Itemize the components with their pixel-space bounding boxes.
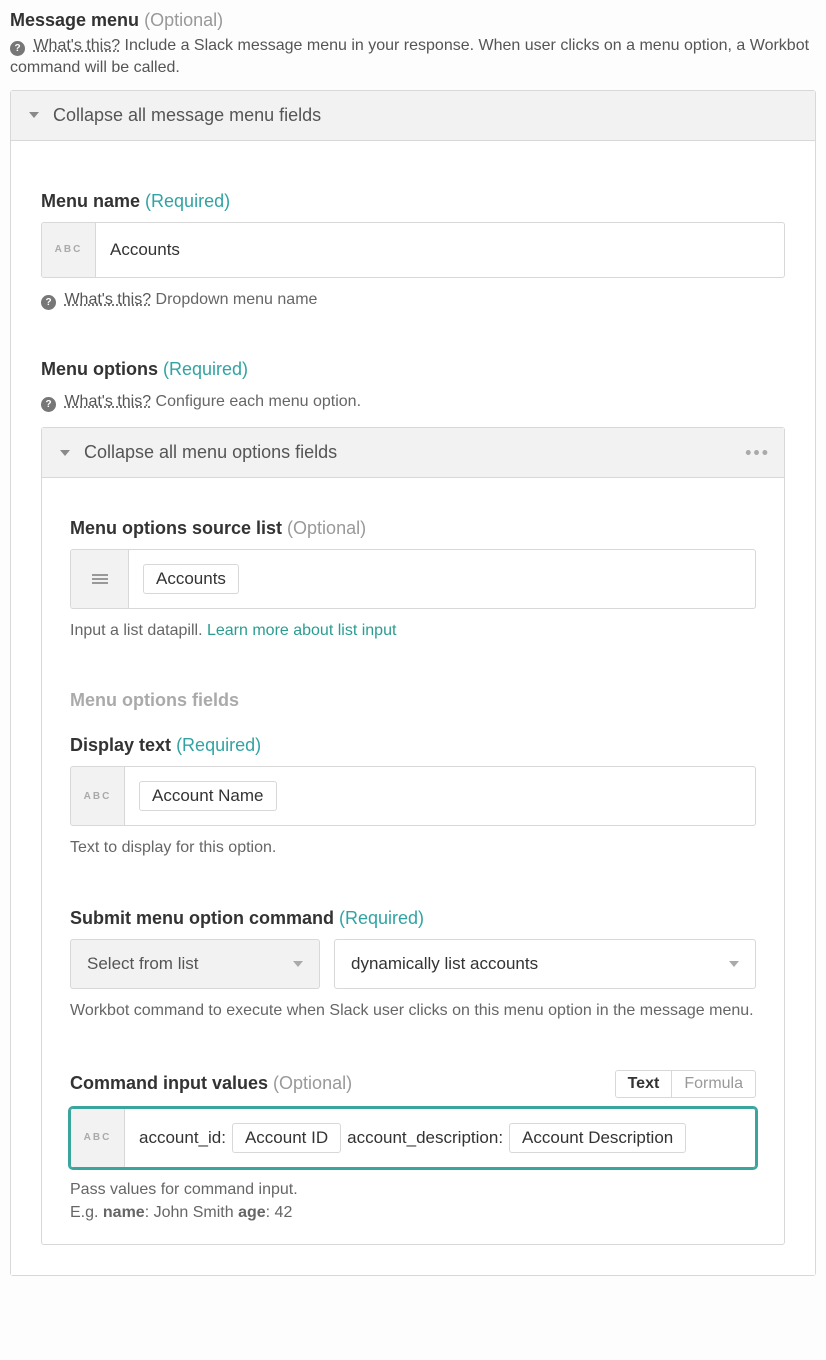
help-icon: ? (41, 295, 56, 310)
menu-name-value[interactable]: Accounts (96, 223, 784, 277)
chevron-down-icon (293, 961, 303, 967)
menu-options-hint: ? What's this? Configure each menu optio… (41, 390, 785, 413)
command-input-optional-tag: (Optional) (273, 1073, 352, 1093)
menu-name-input[interactable]: ABC Accounts (41, 222, 785, 278)
chevron-down-icon (60, 450, 70, 456)
submit-command-field: Submit menu option command (Required) Se… (70, 908, 756, 1022)
menu-options-fields-heading: Menu options fields (70, 690, 756, 711)
section-title: Message menu (Optional) (10, 10, 816, 31)
submit-command-label-text: Submit menu option command (70, 908, 334, 928)
account-name-pill[interactable]: Account Name (139, 781, 277, 811)
command-input-input[interactable]: ABC account_id: Account ID account_descr… (70, 1108, 756, 1168)
whats-this-link[interactable]: What's this? (64, 393, 151, 410)
chevron-down-icon (729, 961, 739, 967)
command-input-label-text: Command input values (70, 1073, 268, 1093)
submit-command-required-tag: (Required) (339, 908, 424, 928)
select-from-list-dropdown[interactable]: Select from list (70, 939, 320, 989)
abc-icon: ABC (71, 1109, 125, 1167)
source-list-hint-pre: Input a list datapill. (70, 622, 207, 639)
more-icon[interactable]: ••• (745, 442, 770, 463)
key-account-description: account_description: (347, 1128, 503, 1148)
source-list-label: Menu options source list (Optional) (70, 518, 756, 539)
whats-this-link[interactable]: What's this? (33, 37, 120, 54)
display-text-field: Display text (Required) ABC Account Name… (70, 735, 756, 859)
menu-name-hint: ? What's this? Dropdown menu name (41, 288, 785, 311)
list-icon (71, 550, 129, 608)
menu-options-label: Menu options (Required) (41, 359, 785, 380)
section-description: Include a Slack message menu in your res… (10, 37, 809, 76)
collapse-options-label: Collapse all menu options fields (84, 442, 337, 463)
command-value-label: dynamically list accounts (351, 954, 538, 974)
display-text-label-text: Display text (70, 735, 171, 755)
menu-options-label-text: Menu options (41, 359, 158, 379)
command-input-label: Command input values (Optional) (70, 1073, 352, 1094)
menu-name-label: Menu name (Required) (41, 191, 785, 212)
display-text-hint: Text to display for this option. (70, 836, 756, 859)
display-text-input[interactable]: ABC Account Name (70, 766, 756, 826)
source-list-optional-tag: (Optional) (287, 518, 366, 538)
section-tag-optional: (Optional) (144, 10, 223, 30)
account-description-pill[interactable]: Account Description (509, 1123, 686, 1153)
text-formula-toggle[interactable]: Text Formula (615, 1070, 756, 1098)
display-text-value[interactable]: Account Name (125, 767, 755, 825)
source-list-hint: Input a list datapill. Learn more about … (70, 619, 756, 642)
help-icon: ? (10, 41, 25, 56)
abc-icon: ABC (71, 767, 125, 825)
source-list-label-text: Menu options source list (70, 518, 282, 538)
command-input-hint2: E.g. name: John Smith age: 42 (70, 1201, 756, 1224)
display-text-label: Display text (Required) (70, 735, 756, 756)
abc-icon: ABC (42, 223, 96, 277)
toggle-formula[interactable]: Formula (672, 1071, 755, 1097)
message-menu-panel: Collapse all message menu fields Menu na… (10, 90, 816, 1276)
collapse-all-header[interactable]: Collapse all message menu fields (11, 91, 815, 141)
source-list-field: Menu options source list (Optional) Acco… (70, 518, 756, 642)
menu-name-label-text: Menu name (41, 191, 140, 211)
select-from-list-label: Select from list (87, 954, 198, 974)
source-list-value[interactable]: Accounts (129, 550, 755, 608)
command-input-field: Command input values (Optional) Text For… (70, 1070, 756, 1224)
source-list-input[interactable]: Accounts (70, 549, 756, 609)
command-value-dropdown[interactable]: dynamically list accounts (334, 939, 756, 989)
key-account-id: account_id: (139, 1128, 226, 1148)
menu-options-hint-text: Configure each menu option. (156, 393, 361, 410)
menu-name-field: Menu name (Required) ABC Accounts ? What… (41, 191, 785, 311)
learn-more-link[interactable]: Learn more about list input (207, 622, 396, 639)
menu-name-required-tag: (Required) (145, 191, 230, 211)
menu-options-required-tag: (Required) (163, 359, 248, 379)
submit-command-row: Select from list dynamically list accoun… (70, 939, 756, 989)
command-input-hint1: Pass values for command input. (70, 1178, 756, 1201)
command-input-hint: Pass values for command input. E.g. name… (70, 1178, 756, 1224)
section-title-text: Message menu (10, 10, 139, 30)
menu-options-field: Menu options (Required) ? What's this? C… (41, 359, 785, 1245)
accounts-pill[interactable]: Accounts (143, 564, 239, 594)
submit-command-label: Submit menu option command (Required) (70, 908, 756, 929)
collapse-all-label: Collapse all message menu fields (53, 105, 321, 126)
collapse-options-header[interactable]: Collapse all menu options fields ••• (42, 428, 784, 478)
help-icon: ? (41, 397, 56, 412)
whats-this-link[interactable]: What's this? (64, 291, 151, 308)
display-text-required-tag: (Required) (176, 735, 261, 755)
submit-command-hint: Workbot command to execute when Slack us… (70, 999, 756, 1022)
account-id-pill[interactable]: Account ID (232, 1123, 341, 1153)
menu-name-hint-text: Dropdown menu name (156, 291, 318, 308)
menu-options-panel: Collapse all menu options fields ••• Men… (41, 427, 785, 1245)
section-help: ? What's this? Include a Slack message m… (10, 35, 816, 80)
toggle-text[interactable]: Text (616, 1071, 673, 1097)
chevron-down-icon (29, 112, 39, 118)
command-input-value[interactable]: account_id: Account ID account_descripti… (125, 1109, 755, 1167)
